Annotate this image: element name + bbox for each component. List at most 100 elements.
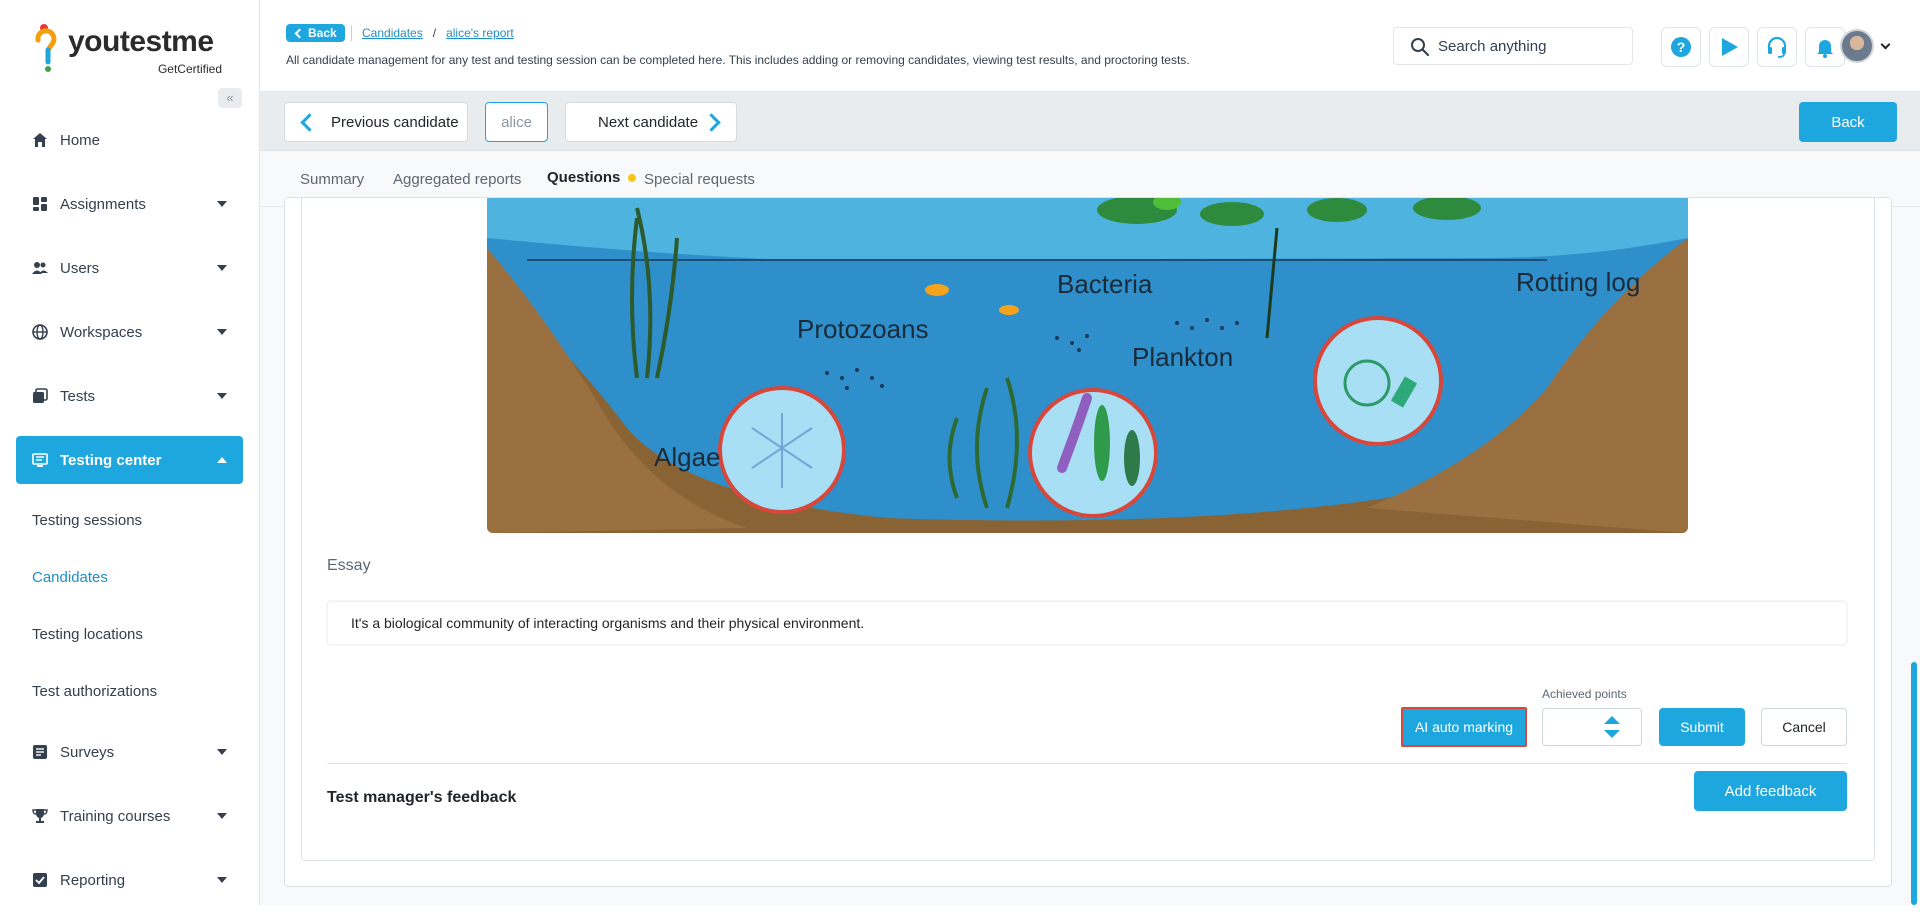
logo[interactable]: youtestme GetCertified — [34, 24, 234, 80]
tests-icon — [33, 388, 48, 403]
increment-icon[interactable] — [1604, 716, 1620, 724]
help-button[interactable]: ? — [1661, 27, 1701, 67]
globe-icon — [32, 324, 48, 340]
avatar[interactable] — [1840, 29, 1874, 63]
search-placeholder: Search anything — [1438, 37, 1547, 55]
sidebar-item-label: Assignments — [60, 195, 146, 213]
sidebar: youtestme GetCertified « Home Assignment… — [0, 0, 260, 905]
search-input[interactable]: Search anything — [1393, 27, 1633, 65]
cancel-button[interactable]: Cancel — [1761, 708, 1847, 746]
breadcrumb-candidates-link[interactable]: Candidates — [362, 26, 423, 40]
headset-icon — [1767, 36, 1787, 58]
home-icon — [33, 133, 47, 147]
add-feedback-button[interactable]: Add feedback — [1694, 771, 1847, 811]
previous-candidate-button[interactable]: Previous candidate — [284, 102, 468, 142]
chevron-down-icon — [217, 201, 227, 207]
chevron-down-icon — [217, 877, 227, 883]
reporting-icon — [33, 873, 47, 887]
feedback-title: Test manager's feedback — [327, 789, 517, 806]
question-image: Protozoans Bacteria Plankton Rotting log… — [487, 198, 1688, 533]
image-label-rotting-log: Rotting log — [1516, 267, 1640, 297]
sidebar-item-label: Training courses — [60, 807, 171, 825]
page-scrollbar[interactable] — [1911, 662, 1917, 905]
logo-text: youtestme — [68, 25, 214, 58]
sidebar-item-users[interactable]: Users — [16, 244, 243, 292]
double-chevron-left-icon: « — [226, 90, 234, 105]
image-label-bacteria: Bacteria — [1057, 269, 1153, 299]
collapse-sidebar-button[interactable]: « — [218, 88, 242, 108]
survey-icon — [33, 745, 47, 759]
notifications-button[interactable] — [1805, 27, 1845, 67]
header-back-button[interactable]: Back — [286, 24, 345, 42]
pond-ecosystem-illustration: Protozoans Bacteria Plankton Rotting log… — [487, 198, 1688, 533]
sidebar-subitem-candidates[interactable]: Candidates — [16, 557, 243, 598]
chevron-up-icon — [217, 457, 227, 463]
ai-auto-marking-button[interactable]: AI auto marking — [1401, 707, 1527, 747]
logo-mark-icon — [35, 24, 57, 72]
image-label-plankton: Plankton — [1132, 342, 1233, 372]
search-icon — [1411, 38, 1430, 57]
sidebar-nav: Home Assignments Users Workspaces Tests … — [0, 116, 259, 920]
sidebar-item-label: Workspaces — [60, 323, 143, 341]
image-label-algae: Algae — [654, 442, 721, 472]
tab-questions-label: Questions — [547, 169, 621, 186]
sidebar-item-training-courses[interactable]: Training courses — [16, 792, 243, 840]
decrement-icon[interactable] — [1604, 730, 1620, 738]
users-icon — [32, 262, 48, 274]
monitor-icon — [32, 453, 48, 467]
page-description: All candidate management for any test an… — [286, 53, 1190, 67]
breadcrumb: Candidates / alice's report — [351, 25, 514, 41]
previous-candidate-label: Previous candidate — [331, 113, 459, 131]
question-type-label: Essay — [327, 557, 371, 574]
achieved-points-input[interactable] — [1542, 708, 1642, 746]
breadcrumb-separator: / — [432, 26, 437, 40]
sidebar-item-assignments[interactable]: Assignments — [16, 180, 243, 228]
sidebar-subitem-testing-locations[interactable]: Testing locations — [16, 614, 243, 655]
sidebar-item-home[interactable]: Home — [16, 116, 243, 164]
sidebar-subitem-test-authorizations[interactable]: Test authorizations — [16, 671, 243, 712]
sidebar-item-label: Users — [60, 259, 100, 277]
assignments-icon — [33, 197, 47, 211]
candidate-answer: It's a biological community of interacti… — [327, 601, 1847, 645]
image-label-protozoans: Protozoans — [797, 314, 929, 344]
svg-text:?: ? — [1677, 39, 1686, 55]
sidebar-item-tests[interactable]: Tests — [16, 372, 243, 420]
next-candidate-button[interactable]: Next candidate — [565, 102, 737, 142]
achieved-points-label: Achieved points — [1542, 687, 1627, 701]
section-divider — [327, 763, 1847, 764]
sidebar-item-reporting[interactable]: Reporting — [16, 856, 243, 904]
page-header: Back Candidates / alice's report All can… — [260, 0, 1920, 92]
bell-icon — [1817, 40, 1833, 58]
sidebar-item-label: Tests — [60, 387, 96, 405]
sidebar-item-label: Reporting — [60, 871, 126, 889]
chevron-down-icon — [217, 393, 227, 399]
chevron-down-icon — [217, 265, 227, 271]
chevron-down-icon — [217, 329, 227, 335]
unsaved-indicator-dot — [628, 173, 637, 182]
logo-tagline: GetCertified — [157, 62, 222, 76]
main-content: Protozoans Bacteria Plankton Rotting log… — [260, 197, 1920, 905]
next-candidate-label: Next candidate — [598, 113, 699, 131]
sidebar-item-surveys[interactable]: Surveys — [16, 728, 243, 776]
support-button[interactable] — [1757, 27, 1797, 67]
play-icon — [1722, 38, 1738, 56]
play-button[interactable] — [1709, 27, 1749, 67]
candidate-navigation-bar: Previous candidate alice Next candidate … — [260, 92, 1920, 151]
sidebar-item-label: Testing center — [60, 451, 162, 469]
chevron-left-icon — [300, 113, 319, 132]
back-button[interactable]: Back — [1799, 102, 1897, 142]
sidebar-item-label: Surveys — [60, 743, 115, 761]
help-icon: ? — [1671, 37, 1691, 57]
breadcrumb-report-link[interactable]: alice's report — [446, 26, 514, 40]
sidebar-item-label: Home — [60, 131, 101, 149]
chevron-down-icon[interactable] — [1880, 39, 1891, 50]
sidebar-subitem-testing-sessions[interactable]: Testing sessions — [16, 500, 243, 541]
candidate-name-badge: alice — [485, 102, 548, 142]
sidebar-item-testing-center[interactable]: Testing center — [16, 436, 243, 484]
sidebar-item-workspaces[interactable]: Workspaces — [16, 308, 243, 356]
chevron-down-icon — [217, 749, 227, 755]
submit-button[interactable]: Submit — [1659, 708, 1745, 746]
question-card: Protozoans Bacteria Plankton Rotting log… — [284, 197, 1892, 887]
question-panel: Protozoans Bacteria Plankton Rotting log… — [301, 198, 1875, 861]
chevron-down-icon — [217, 813, 227, 819]
